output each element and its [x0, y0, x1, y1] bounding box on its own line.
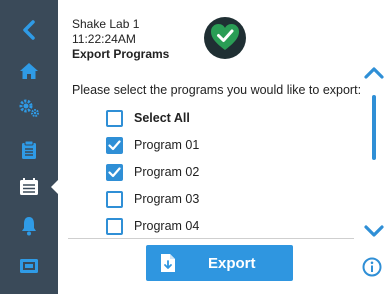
export-button-label: Export: [208, 254, 256, 272]
active-indicator: [51, 179, 59, 195]
calendar-list-icon: [20, 178, 38, 195]
program-checkbox[interactable]: [106, 136, 123, 154]
bell-icon: [22, 217, 36, 236]
program-label: Program 03: [134, 192, 200, 206]
clock-time: 11:22:24AM: [72, 32, 136, 46]
program-checkbox[interactable]: [106, 190, 123, 208]
program-checkbox[interactable]: [106, 217, 123, 235]
program-checkbox[interactable]: [106, 163, 123, 181]
settings-icon: [19, 99, 39, 117]
scroll-up-button[interactable]: [363, 66, 385, 80]
program-row[interactable]: Program 03: [106, 188, 199, 210]
page-title: Export Programs: [72, 47, 170, 61]
program-label: Program 02: [134, 165, 200, 179]
info-icon[interactable]: [362, 257, 382, 277]
nav-programs[interactable]: [0, 132, 58, 168]
nav-schedules[interactable]: [0, 169, 58, 205]
nav-device[interactable]: [0, 248, 58, 284]
select-all-checkbox[interactable]: [106, 109, 123, 127]
back-button[interactable]: [0, 12, 58, 48]
chevron-left-icon: [23, 20, 35, 40]
scroll-down-button[interactable]: [363, 224, 385, 238]
checkmark-icon: [108, 166, 121, 177]
checkmark-icon: [108, 139, 121, 150]
export-button[interactable]: Export: [146, 245, 293, 281]
sidebar-nav: [0, 0, 59, 294]
home-icon: [20, 63, 38, 79]
device-name: Shake Lab 1: [72, 17, 140, 31]
program-row[interactable]: Program 04: [106, 215, 199, 237]
nav-alarms[interactable]: [0, 208, 58, 244]
program-label: Program 01: [134, 138, 200, 152]
nav-settings[interactable]: [0, 90, 58, 126]
scrollbar-thumb[interactable]: [372, 95, 376, 160]
clipboard-icon: [22, 140, 36, 159]
divider: [68, 238, 354, 239]
program-label: Program 04: [134, 219, 200, 233]
file-export-icon: [161, 254, 175, 272]
program-row[interactable]: Program 02: [106, 161, 199, 183]
select-all-label: Select All: [134, 111, 190, 125]
program-row[interactable]: Program 01: [106, 134, 199, 156]
heart-check-icon: [204, 17, 246, 59]
instruction-text: Please select the programs you would lik…: [72, 83, 362, 97]
status-indicator: [203, 16, 247, 60]
device-icon: [20, 259, 38, 273]
select-all-row[interactable]: Select All: [106, 107, 190, 129]
nav-home[interactable]: [0, 53, 58, 89]
